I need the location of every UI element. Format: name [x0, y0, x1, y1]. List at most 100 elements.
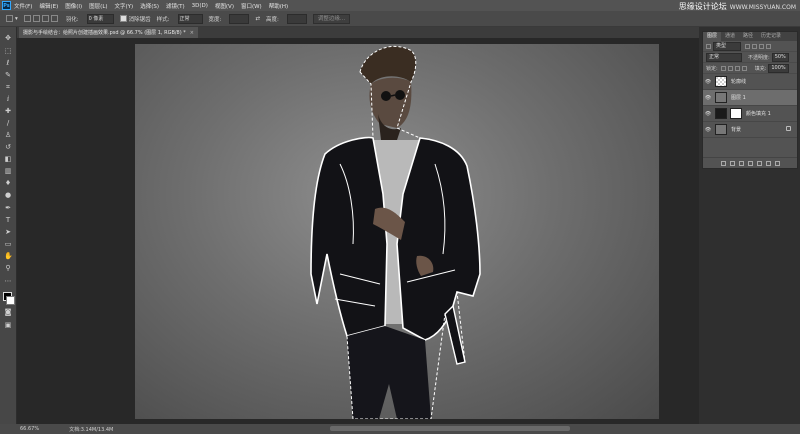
refine-edge-button[interactable]: 调整边缘... [312, 13, 351, 24]
document-tab-title: 摄影与手绘结合：给照片创建插画效果.psd @ 66.7% (图层 1, RGB… [23, 30, 186, 36]
menu-3d[interactable]: 3D(D) [192, 3, 208, 9]
lock-pixels-icon[interactable] [727, 65, 733, 71]
blend-mode-select[interactable]: 正常 [706, 52, 742, 62]
layer-thumbnail [715, 108, 727, 119]
adjustment-layer-icon[interactable] [747, 160, 753, 166]
lock-transparent-icon[interactable] [720, 65, 726, 71]
zoom-tool-icon[interactable]: ⚲ [4, 265, 12, 272]
tab-channels[interactable]: 通道 [721, 32, 739, 41]
stamp-tool-icon[interactable]: ♙ [4, 132, 12, 139]
shape-tool-icon[interactable]: ▭ [4, 241, 12, 248]
opacity-input[interactable]: 50% [771, 52, 789, 62]
path-select-tool-icon[interactable]: ➤ [4, 229, 12, 236]
dodge-tool-icon[interactable]: ● [4, 192, 12, 199]
visibility-eye-icon[interactable]: 👁 [704, 127, 712, 133]
horizontal-scrollbar[interactable] [330, 426, 570, 431]
healing-tool-icon[interactable]: ✚ [4, 108, 12, 115]
selection-mode-icons[interactable] [23, 15, 60, 22]
history-brush-tool-icon[interactable]: ↺ [4, 144, 12, 151]
visibility-eye-icon[interactable]: 👁 [704, 95, 712, 101]
document-tab[interactable]: 摄影与手绘结合：给照片创建插画效果.psd @ 66.7% (图层 1, RGB… [19, 27, 198, 38]
close-tab-icon[interactable]: × [190, 30, 194, 36]
more-tools-icon[interactable]: ⋯ [4, 278, 12, 285]
layer-thumbnail [715, 124, 727, 135]
type-tool-icon[interactable]: T [4, 217, 12, 224]
antialias-checkbox[interactable]: 消除锯齿 [119, 15, 151, 23]
fx-icon[interactable] [729, 160, 735, 166]
menu-view[interactable]: 视图(V) [215, 2, 234, 10]
fill-input[interactable]: 100% [768, 63, 789, 73]
link-layers-icon[interactable] [720, 160, 726, 166]
quick-select-tool-icon[interactable]: ✎ [4, 72, 12, 79]
photoshop-logo-icon: Ps [2, 1, 11, 10]
screen-mode-icon[interactable]: ▣ [4, 322, 12, 329]
visibility-eye-icon[interactable]: 👁 [704, 79, 712, 85]
new-group-icon[interactable] [756, 160, 762, 166]
background-color-swatch[interactable] [6, 296, 15, 305]
menu-select[interactable]: 选择(S) [140, 2, 159, 10]
feather-label: 羽化: [65, 16, 79, 23]
filter-type-icon[interactable] [759, 43, 764, 49]
menu-file[interactable]: 文件(F) [14, 2, 32, 10]
layer-row-outline[interactable]: 👁 轮廓线 [703, 74, 797, 90]
delete-layer-icon[interactable] [774, 160, 780, 166]
swap-icon[interactable]: ⇄ [255, 16, 260, 22]
marquee-tool-icon[interactable]: ⬚ [4, 48, 12, 55]
lock-all-icon[interactable] [741, 65, 747, 71]
filter-pixel-icon[interactable] [745, 43, 750, 49]
width-label: 宽度: [208, 16, 222, 23]
brush-tool-icon[interactable]: / [4, 120, 12, 127]
lock-position-icon[interactable] [734, 65, 740, 71]
layer-name: 轮廓线 [731, 79, 747, 85]
menu-help[interactable]: 帮助(H) [269, 2, 288, 10]
fill-label: 填充: [754, 65, 767, 72]
layer-name: 图层 1 [731, 95, 746, 101]
move-tool-icon[interactable]: ✥ [4, 35, 12, 42]
layer-row-color-fill[interactable]: 👁 颜色填充 1 [703, 106, 797, 122]
tab-history[interactable]: 历史记录 [757, 32, 785, 41]
watermark-title: 思缘设计论坛 [678, 2, 727, 11]
layer-row-layer1[interactable]: 👁 图层 1 [703, 90, 797, 106]
menu-image[interactable]: 图像(I) [65, 2, 82, 10]
width-input[interactable] [227, 13, 250, 24]
man-in-jacket-image [310, 45, 481, 419]
filter-row: 类型 [703, 41, 797, 52]
height-input[interactable] [285, 13, 307, 24]
opacity-label: 不透明度: [748, 54, 770, 61]
visibility-eye-icon[interactable]: 👁 [704, 111, 712, 117]
lock-label: 锁定: [706, 65, 718, 72]
document-canvas[interactable] [135, 44, 659, 419]
layer-name: 颜色填充 1 [746, 111, 771, 117]
document-info: 文档:3.14M/13.4M [69, 426, 114, 433]
menu-type[interactable]: 文字(Y) [115, 2, 134, 10]
filter-shape-icon[interactable] [766, 43, 771, 49]
style-label: 样式: [156, 16, 170, 23]
gradient-tool-icon[interactable]: ▥ [4, 168, 12, 175]
menu-window[interactable]: 窗口(W) [241, 2, 262, 10]
eraser-tool-icon[interactable]: ◧ [4, 156, 12, 163]
new-layer-icon[interactable] [765, 160, 771, 166]
options-bar: ▾ 羽化: 0 像素 消除锯齿 样式: 正常 宽度: ⇄ 高度: 调整边缘... [0, 11, 800, 27]
zoom-readout[interactable]: 66.67% [20, 426, 39, 432]
watermark-site: WWW.MISSYUAN.COM [729, 4, 796, 11]
style-select[interactable]: 正常 [176, 13, 203, 24]
layers-panel-footer [703, 157, 797, 168]
lasso-tool-icon[interactable]: ℓ [4, 60, 12, 67]
tab-layers[interactable]: 图层 [703, 32, 722, 41]
kind-filter-select[interactable]: 类型 [713, 41, 741, 51]
filter-adjust-icon[interactable] [752, 43, 757, 49]
quick-mask-icon[interactable]: ◙ [4, 309, 12, 316]
menu-layer[interactable]: 图层(L) [89, 2, 107, 10]
feather-input[interactable]: 0 像素 [85, 13, 114, 24]
eyedropper-tool-icon[interactable]: ⅈ [4, 96, 12, 103]
layer-row-background[interactable]: 👁 背景 [703, 122, 797, 138]
menu-filter[interactable]: 滤镜(T) [166, 2, 185, 10]
crop-tool-icon[interactable]: ⌗ [4, 84, 12, 91]
hand-tool-icon[interactable]: ✋ [4, 253, 13, 260]
menu-edit[interactable]: 编辑(E) [39, 2, 58, 10]
tab-paths[interactable]: 路径 [739, 32, 757, 41]
add-mask-icon[interactable] [738, 160, 744, 166]
pen-tool-icon[interactable]: ✒ [4, 205, 12, 212]
blur-tool-icon[interactable]: ♦ [4, 180, 12, 187]
marquee-preset-icon[interactable]: ▾ [6, 15, 18, 22]
